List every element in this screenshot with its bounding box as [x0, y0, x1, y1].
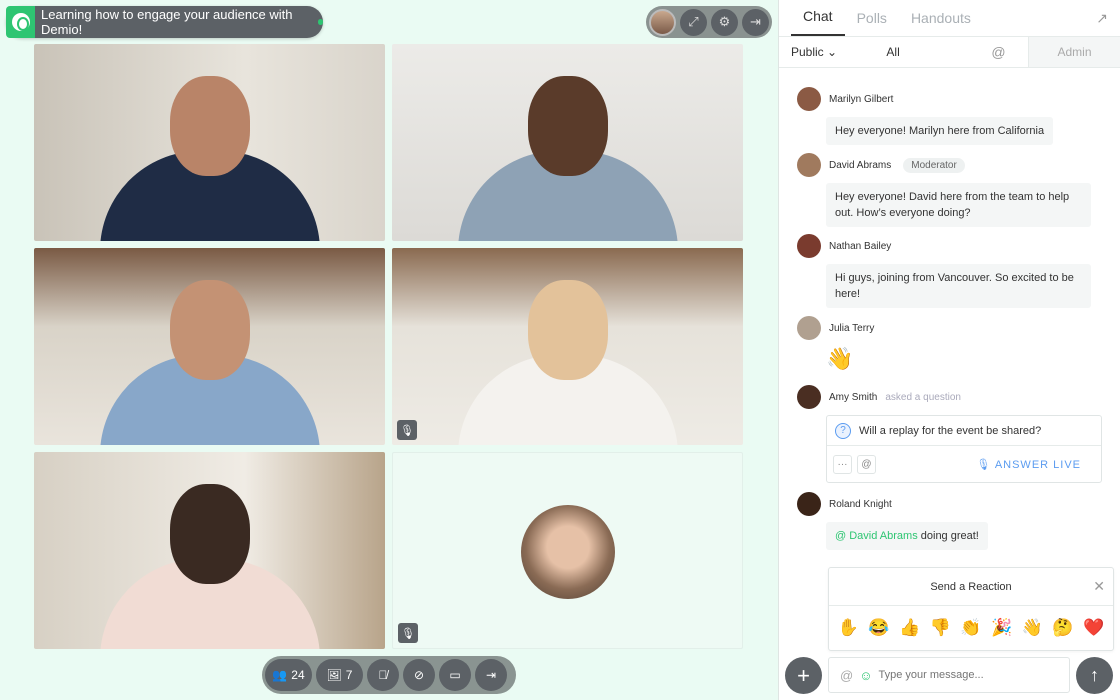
question-message: Amy Smith asked a question ? Will a replay…	[797, 385, 1102, 483]
video-tile[interactable]	[34, 44, 385, 241]
reaction-heart[interactable]: ❤️	[1083, 618, 1104, 638]
avatar	[797, 153, 821, 177]
sender-name: Julia Terry	[829, 322, 875, 334]
smiley-icon[interactable]: ☺	[859, 668, 872, 683]
screen-share-off-button[interactable]: ▭	[439, 659, 471, 691]
audience-filter[interactable]: All	[886, 45, 991, 59]
mention-link[interactable]: @ David Abrams	[835, 530, 918, 542]
gear-icon[interactable]: ⚙	[711, 8, 738, 36]
reaction-party[interactable]: 🎉	[991, 618, 1012, 638]
exit-icon[interactable]: ⇥	[742, 8, 769, 36]
mic-muted-icon: 🎙	[398, 623, 418, 643]
sender-name: Nathan Bailey	[829, 240, 892, 252]
reaction-title: Send a Reaction	[930, 580, 1012, 593]
control-bar: 👥 24 🖼 7 🎙̸ ⊘ ▭ ⇥	[262, 656, 516, 694]
sender-name: Marilyn Gilbert	[829, 93, 894, 105]
tab-polls[interactable]: Polls	[845, 10, 899, 36]
more-options-button[interactable]: ···	[833, 454, 852, 474]
sender-name: Amy Smith	[829, 391, 878, 403]
reaction-thinking[interactable]: 🤔	[1052, 618, 1073, 638]
add-button[interactable]: +	[785, 657, 822, 694]
visibility-dropdown[interactable]: Public ⌄	[791, 45, 886, 59]
images-icon: 🖼	[326, 668, 342, 682]
avatar	[797, 492, 821, 516]
answer-live-button[interactable]: 🎙 ANSWER LIVE	[976, 458, 1081, 471]
video-tile[interactable]	[34, 452, 385, 649]
chat-message: Nathan Bailey Hi guys, joining from Vanc…	[797, 234, 1102, 308]
question-card: ? Will a replay for the event be shared? …	[826, 415, 1102, 483]
message-text: @ David Abrams doing great!	[826, 522, 988, 550]
event-title: Learning how to engage your audience wit…	[41, 7, 293, 37]
chat-message: David Abrams Moderator Hey everyone! Davi…	[797, 153, 1102, 227]
close-icon[interactable]: ✕	[1093, 578, 1105, 595]
question-icon: ?	[835, 422, 851, 439]
reaction-wave[interactable]: 👋	[1022, 618, 1043, 638]
chat-message: Marilyn Gilbert Hey everyone! Marilyn he…	[797, 87, 1102, 145]
event-title-bar: Learning how to engage your audience wit…	[6, 6, 323, 38]
sender-name: Roland Knight	[829, 498, 892, 510]
video-tile[interactable]	[34, 248, 385, 445]
avatar	[797, 234, 821, 258]
tab-handouts[interactable]: Handouts	[899, 10, 983, 36]
expand-icon[interactable]: ⤢	[680, 8, 707, 36]
handouts-button[interactable]: 🖼 7	[316, 659, 363, 691]
message-input[interactable]	[878, 669, 1049, 681]
video-tile-camera-off[interactable]: 🎙	[392, 452, 743, 649]
at-icon[interactable]: @	[840, 668, 853, 683]
message-text: Hi guys, joining from Vancouver. So exci…	[826, 264, 1091, 308]
mic-muted-icon: 🎙	[397, 420, 417, 440]
moderator-badge: Moderator	[903, 157, 965, 173]
video-tile[interactable]	[392, 44, 743, 241]
chat-filters: Public ⌄ All @ Admin	[779, 37, 1120, 68]
message-text: Hey everyone! Marilyn here from Californ…	[826, 117, 1054, 145]
question-text: Will a replay for the event be shared?	[859, 424, 1042, 437]
reaction-raised-hand[interactable]: ✋	[838, 618, 859, 638]
sender-name: David Abrams	[829, 159, 892, 171]
live-indicator	[317, 19, 323, 25]
video-tile[interactable]: 🎙	[392, 248, 743, 445]
leave-button[interactable]: ⇥	[475, 659, 507, 691]
popout-icon[interactable]: ↗	[1096, 10, 1108, 27]
reaction-laugh[interactable]: 😂	[868, 618, 889, 638]
demio-logo	[6, 6, 35, 38]
mention-filter-icon[interactable]: @	[991, 44, 1020, 60]
wave-emoji: 👋	[826, 346, 854, 371]
people-icon: 👥	[272, 668, 288, 682]
avatar	[797, 316, 821, 340]
panel-tabs: Chat Polls Handouts ↗	[779, 0, 1120, 37]
chat-message: Roland Knight @ David Abrams doing great…	[797, 492, 1102, 550]
reaction-thumbs-down[interactable]: 👎	[930, 618, 951, 638]
message-text: Hey everyone! David here from the team t…	[826, 183, 1091, 227]
top-tools: ⤢ ⚙ ⇥	[646, 6, 772, 38]
avatar	[797, 87, 821, 111]
side-panel: Chat Polls Handouts ↗ Public ⌄ All @ Adm…	[778, 0, 1120, 700]
attendees-button[interactable]: 👥 24	[265, 659, 312, 691]
reaction-thumbs-up[interactable]: 👍	[899, 618, 920, 638]
reaction-clap[interactable]: 👏	[960, 618, 981, 638]
chevron-down-icon: ⌄	[827, 45, 838, 59]
reaction-picker: Send a Reaction ✕ ✋ 😂 👍 👎 👏 🎉 👋 🤔 ❤️	[828, 567, 1114, 651]
mic-off-button[interactable]: 🎙̸	[367, 659, 399, 691]
send-button[interactable]: ↑	[1076, 657, 1113, 694]
participant-avatar	[521, 505, 615, 599]
admin-tab[interactable]: Admin	[1028, 37, 1120, 67]
tab-chat[interactable]: Chat	[791, 8, 845, 36]
video-stage: Learning how to engage your audience wit…	[0, 0, 778, 700]
chat-message: Julia Terry 👋	[797, 316, 1102, 372]
mic-icon: 🎙	[976, 458, 992, 471]
self-avatar[interactable]	[649, 8, 676, 36]
message-input-box: @ ☺	[828, 657, 1070, 693]
camera-off-button[interactable]: ⊘	[403, 659, 435, 691]
avatar	[797, 385, 821, 409]
mention-button[interactable]: @	[857, 454, 876, 474]
